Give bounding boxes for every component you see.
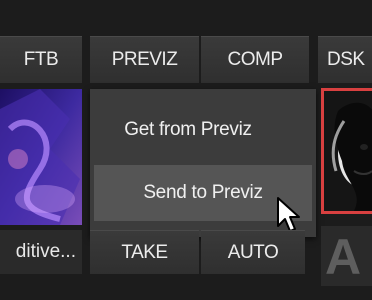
- dsk-button[interactable]: DSK: [318, 36, 372, 83]
- thumbnail-image-left: [0, 89, 82, 225]
- comp-button[interactable]: COMP: [201, 36, 309, 83]
- caption-letter-right: A: [325, 229, 362, 285]
- auto-button[interactable]: AUTO: [201, 230, 305, 274]
- previz-button[interactable]: PREVIZ: [90, 36, 199, 83]
- source-thumbnail-right[interactable]: [321, 88, 372, 214]
- thumbnail-caption-left: ditive...: [0, 230, 82, 274]
- take-button[interactable]: TAKE: [90, 230, 199, 274]
- ftb-button[interactable]: FTB: [0, 36, 82, 83]
- thumbnail-caption-right: A: [321, 226, 372, 286]
- source-thumbnail-left[interactable]: [0, 89, 82, 225]
- menu-item-get-from-previz[interactable]: Get from Previz: [90, 101, 286, 159]
- arrow-pointer-icon: [277, 197, 300, 232]
- thumbnail-image-right: [324, 91, 372, 211]
